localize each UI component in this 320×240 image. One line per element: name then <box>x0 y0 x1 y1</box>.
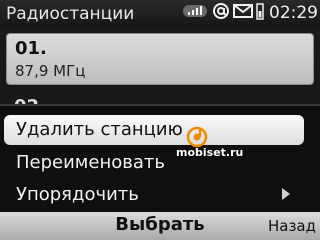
menu-item-label: Переименовать <box>16 152 165 173</box>
battery-icon <box>256 2 264 24</box>
station-number: 01. <box>15 38 47 59</box>
back-softkey[interactable]: Назад <box>268 217 316 235</box>
station-item-selected[interactable]: 01. 87,9 МГц <box>6 33 314 85</box>
menu-item-label: Удалить станцию <box>16 119 183 140</box>
menu-item-delete-station[interactable]: Удалить станцию <box>4 115 304 145</box>
screen-title: Радиостанции <box>6 4 135 24</box>
at-icon <box>212 2 230 24</box>
envelope-icon <box>233 3 253 23</box>
radio-stations-screen: Радиостанции 02:29 01. 87,9 МГц Удалить … <box>0 0 320 240</box>
options-menu: Удалить станцию Переименовать Упорядочит… <box>0 104 320 214</box>
clock: 02:29 <box>269 3 318 23</box>
status-icons: 02:29 <box>183 2 318 24</box>
menu-item-sort[interactable]: Упорядочить <box>4 180 304 210</box>
station-frequency: 87,9 МГц <box>15 62 86 80</box>
chevron-right-icon <box>282 188 290 200</box>
watermark: mobiset.ru <box>176 126 244 166</box>
status-bar: Радиостанции 02:29 <box>0 0 320 28</box>
signal-icon <box>183 3 209 23</box>
softkey-bar: Выбрать Назад <box>0 212 320 240</box>
menu-item-rename[interactable]: Переименовать <box>4 148 304 178</box>
watermark-text: mobiset.ru <box>176 146 244 159</box>
menu-item-label: Упорядочить <box>16 184 139 205</box>
